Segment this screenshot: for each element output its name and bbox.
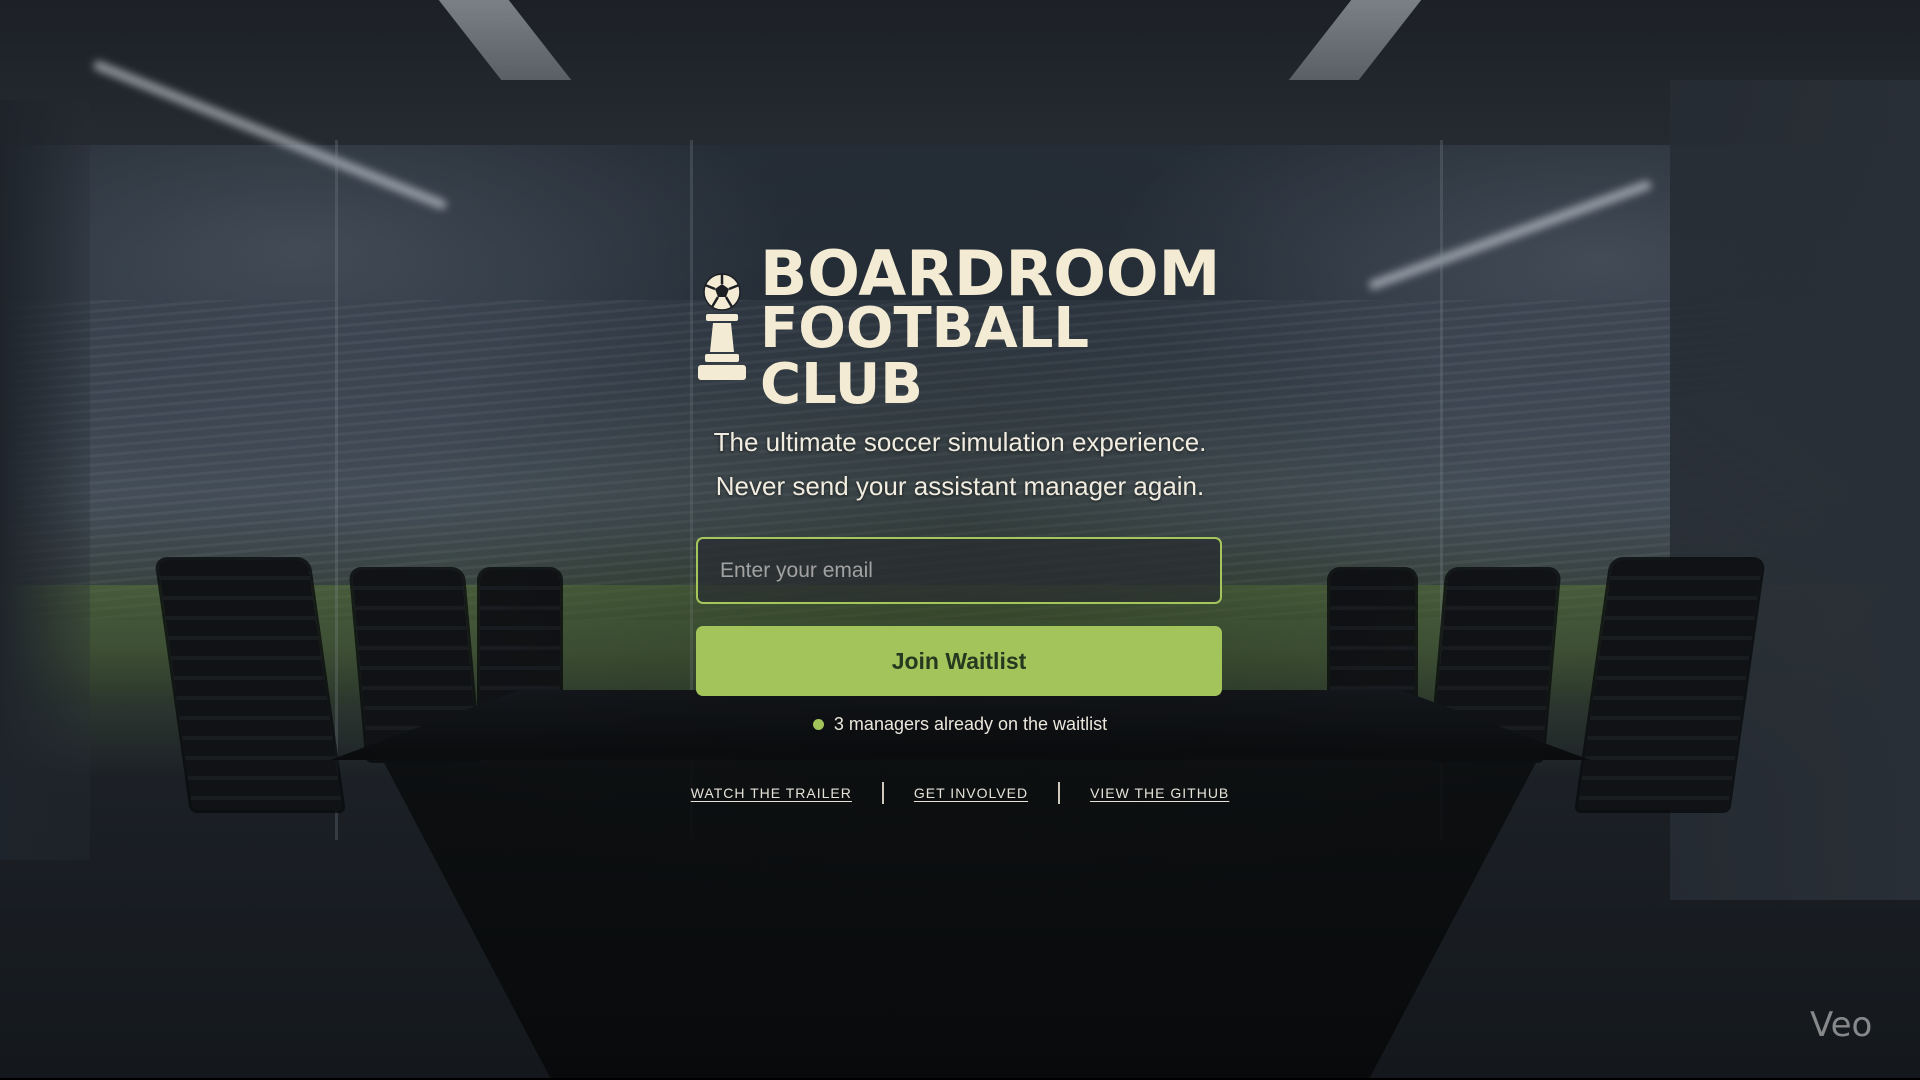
veo-watermark: Veo (1810, 1005, 1873, 1045)
tagline-line-1: The ultimate soccer simulation experienc… (713, 427, 1207, 457)
view-github-link[interactable]: VIEW THE GITHUB (1090, 785, 1229, 801)
link-divider (1058, 782, 1061, 804)
waitlist-status: 3 managers already on the waitlist (560, 714, 1360, 735)
waitlist-landing: BOARDROOM FOOTBALL CLUB The ultimate soc… (0, 0, 1920, 1080)
logo-wordmark: BOARDROOM FOOTBALL CLUB (760, 243, 1226, 413)
link-divider (881, 782, 884, 804)
get-involved-link[interactable]: GET INVOLVED (914, 785, 1028, 801)
status-dot-icon (812, 719, 824, 730)
logo: BOARDROOM FOOTBALL CLUB (694, 243, 1226, 413)
waitlist-status-text: 3 managers already on the waitlist (833, 714, 1108, 734)
email-input[interactable] (696, 537, 1222, 604)
logo-line-2: FOOTBALL CLUB (760, 296, 1090, 417)
footer-links: WATCH THE TRAILER GET INVOLVED VIEW THE … (560, 782, 1360, 804)
tagline-line-2: Never send your assistant manager again. (715, 471, 1205, 501)
tagline: The ultimate soccer simulation experienc… (560, 420, 1360, 508)
join-waitlist-button[interactable]: Join Waitlist (696, 626, 1222, 696)
watch-trailer-link[interactable]: WATCH THE TRAILER (691, 785, 852, 801)
chess-pawn-soccer-ball-icon (698, 273, 746, 380)
